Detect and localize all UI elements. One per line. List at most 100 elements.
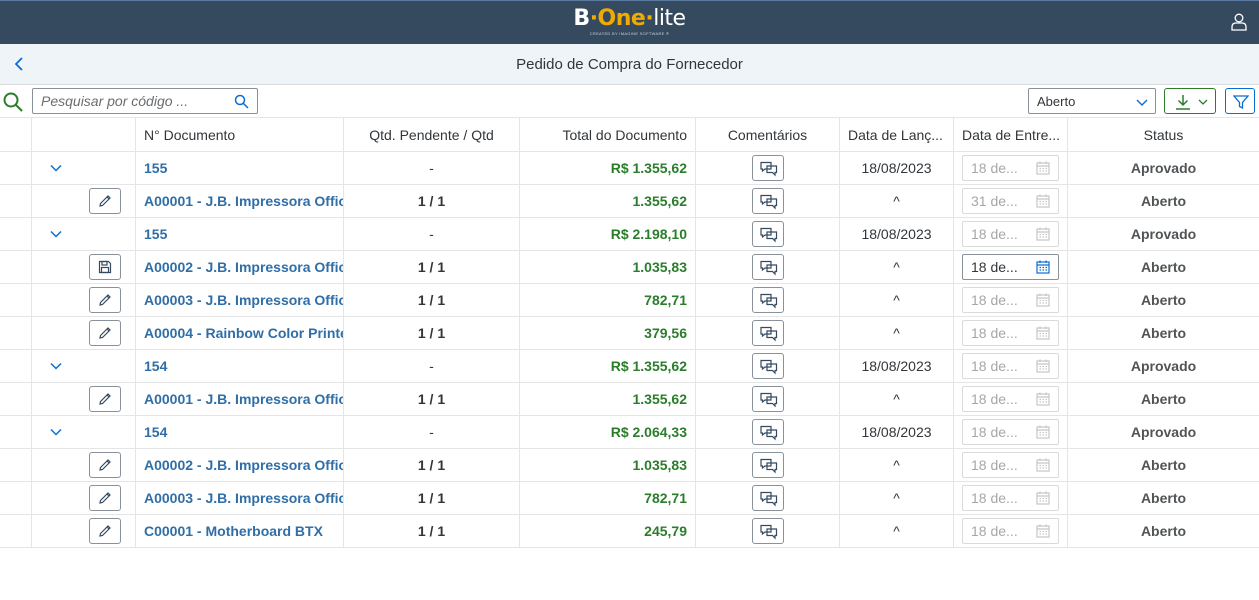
- header-document[interactable]: N° Documento: [135, 118, 343, 152]
- header-comments[interactable]: Comentários: [695, 118, 839, 152]
- delivery-date-picker[interactable]: 31 de...: [962, 188, 1059, 214]
- table-row[interactable]: A00002 - J.B. Impressora Offic 1 / 1 1.035…: [0, 251, 1259, 284]
- row-spacer: [0, 218, 31, 250]
- quantity-pending: -: [343, 152, 519, 184]
- edit-button[interactable]: [89, 188, 121, 214]
- document-number[interactable]: A00001 - J.B. Impressora Offic: [135, 185, 343, 217]
- edit-button[interactable]: [89, 485, 121, 511]
- comment-button[interactable]: [752, 320, 784, 346]
- header-quantity[interactable]: Qtd. Pendente / Qtd: [343, 118, 519, 152]
- search-icon[interactable]: [234, 94, 249, 109]
- chevron-down-icon[interactable]: [49, 425, 63, 439]
- row-spacer: [0, 482, 31, 514]
- table-group-row[interactable]: 154- R$ 1.355,62 18/08/2023 18 de... Aprovad…: [0, 350, 1259, 383]
- quantity-pending: 1 / 1: [343, 284, 519, 316]
- comment-button[interactable]: [752, 452, 784, 478]
- comment-button[interactable]: [752, 221, 784, 247]
- table-row[interactable]: A00002 - J.B. Impressora Offic 1 / 1 1.035…: [0, 449, 1259, 482]
- comment-button[interactable]: [752, 155, 784, 181]
- header-delivery-date[interactable]: Data de Entre...: [953, 118, 1067, 152]
- comment-button[interactable]: [752, 353, 784, 379]
- delivery-date-picker[interactable]: 18 de...: [962, 518, 1059, 544]
- delivery-date-value: 18 de...: [971, 523, 1018, 539]
- delivery-date-picker[interactable]: 18 de...: [962, 287, 1059, 313]
- comment-button[interactable]: [752, 485, 784, 511]
- chevron-down-icon[interactable]: [49, 227, 63, 241]
- search-field[interactable]: [32, 88, 258, 114]
- comments-cell: [695, 482, 839, 514]
- delivery-date-picker[interactable]: 18 de...: [962, 485, 1059, 511]
- document-number[interactable]: A00003 - J.B. Impressora Offic: [135, 482, 343, 514]
- delivery-date-value: 18 de...: [971, 325, 1018, 341]
- delivery-date-cell: 18 de...: [953, 152, 1067, 184]
- status-select[interactable]: Aberto: [1028, 88, 1156, 114]
- header-posting-date[interactable]: Data de Lanç...: [839, 118, 953, 152]
- quantity-pending: 1 / 1: [343, 449, 519, 481]
- user-icon[interactable]: [1231, 13, 1247, 31]
- delivery-date-picker[interactable]: 18 de...: [962, 320, 1059, 346]
- quantity-pending: -: [343, 416, 519, 448]
- calendar-icon: [1036, 227, 1050, 241]
- delivery-date-picker[interactable]: 18 de...: [962, 353, 1059, 379]
- delivery-date-picker[interactable]: 18 de...: [962, 155, 1059, 181]
- document-number[interactable]: 154: [135, 350, 343, 382]
- comment-button[interactable]: [752, 419, 784, 445]
- table-group-row[interactable]: 155- R$ 2.198,10 18/08/2023 18 de... Aprovad…: [0, 218, 1259, 251]
- posting-date: ^: [839, 383, 953, 415]
- comment-button[interactable]: [752, 254, 784, 280]
- edit-button[interactable]: [89, 452, 121, 478]
- page-header: Pedido de Compra do Fornecedor: [0, 44, 1259, 85]
- delivery-date-picker[interactable]: 18 de...: [962, 419, 1059, 445]
- status-text: Aprovado: [1067, 416, 1259, 448]
- download-button[interactable]: [1164, 88, 1216, 114]
- comment-button[interactable]: [752, 188, 784, 214]
- delivery-date-picker[interactable]: 18 de...: [962, 386, 1059, 412]
- status-text: Aberto: [1067, 482, 1259, 514]
- comment-button[interactable]: [752, 287, 784, 313]
- document-number[interactable]: A00002 - J.B. Impressora Offic: [135, 251, 343, 283]
- delivery-date-picker[interactable]: 18 de...: [962, 254, 1059, 280]
- document-number[interactable]: 155: [135, 152, 343, 184]
- posting-date: ^: [839, 449, 953, 481]
- row-spacer: [0, 152, 31, 184]
- edit-button[interactable]: [89, 320, 121, 346]
- chevron-down-icon[interactable]: [49, 359, 63, 373]
- table-row[interactable]: A00003 - J.B. Impressora Offic 1 / 1 782,7…: [0, 284, 1259, 317]
- table-row[interactable]: A00004 - Rainbow Color Printe 1 / 1 379,56…: [0, 317, 1259, 350]
- comment-button[interactable]: [752, 386, 784, 412]
- header-total[interactable]: Total do Documento: [519, 118, 695, 152]
- table-row[interactable]: C00001 - Motherboard BTX 1 / 1 245,79 ^ 18 d…: [0, 515, 1259, 548]
- table-group-row[interactable]: 154- R$ 2.064,33 18/08/2023 18 de... Aprovad…: [0, 416, 1259, 449]
- document-number[interactable]: 155: [135, 218, 343, 250]
- document-number[interactable]: C00001 - Motherboard BTX: [135, 515, 343, 547]
- document-total: R$ 2.064,33: [519, 416, 695, 448]
- comment-button[interactable]: [752, 518, 784, 544]
- edit-button[interactable]: [89, 518, 121, 544]
- pencil-icon: [99, 327, 111, 339]
- filter-button[interactable]: [1225, 88, 1255, 114]
- edit-button[interactable]: [89, 287, 121, 313]
- table-row[interactable]: A00001 - J.B. Impressora Offic 1 / 1 1.355…: [0, 185, 1259, 218]
- header-actions: [31, 118, 135, 152]
- app-logo[interactable]: B·One·lite: [0, 6, 1259, 31]
- search-icon[interactable]: [2, 91, 24, 113]
- document-number[interactable]: A00004 - Rainbow Color Printe: [135, 317, 343, 349]
- table-row[interactable]: A00001 - J.B. Impressora Offic 1 / 1 1.355…: [0, 383, 1259, 416]
- delivery-date-picker[interactable]: 18 de...: [962, 452, 1059, 478]
- document-number[interactable]: A00002 - J.B. Impressora Offic: [135, 449, 343, 481]
- delivery-date-cell: 18 de...: [953, 383, 1067, 415]
- document-number[interactable]: A00001 - J.B. Impressora Offic: [135, 383, 343, 415]
- table-group-row[interactable]: 155- R$ 1.355,62 18/08/2023 18 de... Aprovad…: [0, 152, 1259, 185]
- delivery-date-cell: 18 de...: [953, 350, 1067, 382]
- edit-button[interactable]: [89, 386, 121, 412]
- search-input[interactable]: [41, 93, 226, 109]
- quantity-pending: 1 / 1: [343, 515, 519, 547]
- table-row[interactable]: A00003 - J.B. Impressora Offic 1 / 1 782,7…: [0, 482, 1259, 515]
- document-number[interactable]: A00003 - J.B. Impressora Offic: [135, 284, 343, 316]
- chevron-down-icon[interactable]: [49, 161, 63, 175]
- delivery-date-picker[interactable]: 18 de...: [962, 221, 1059, 247]
- header-status[interactable]: Status: [1067, 118, 1259, 152]
- row-spacer: [0, 251, 31, 283]
- save-button[interactable]: [89, 254, 121, 280]
- document-number[interactable]: 154: [135, 416, 343, 448]
